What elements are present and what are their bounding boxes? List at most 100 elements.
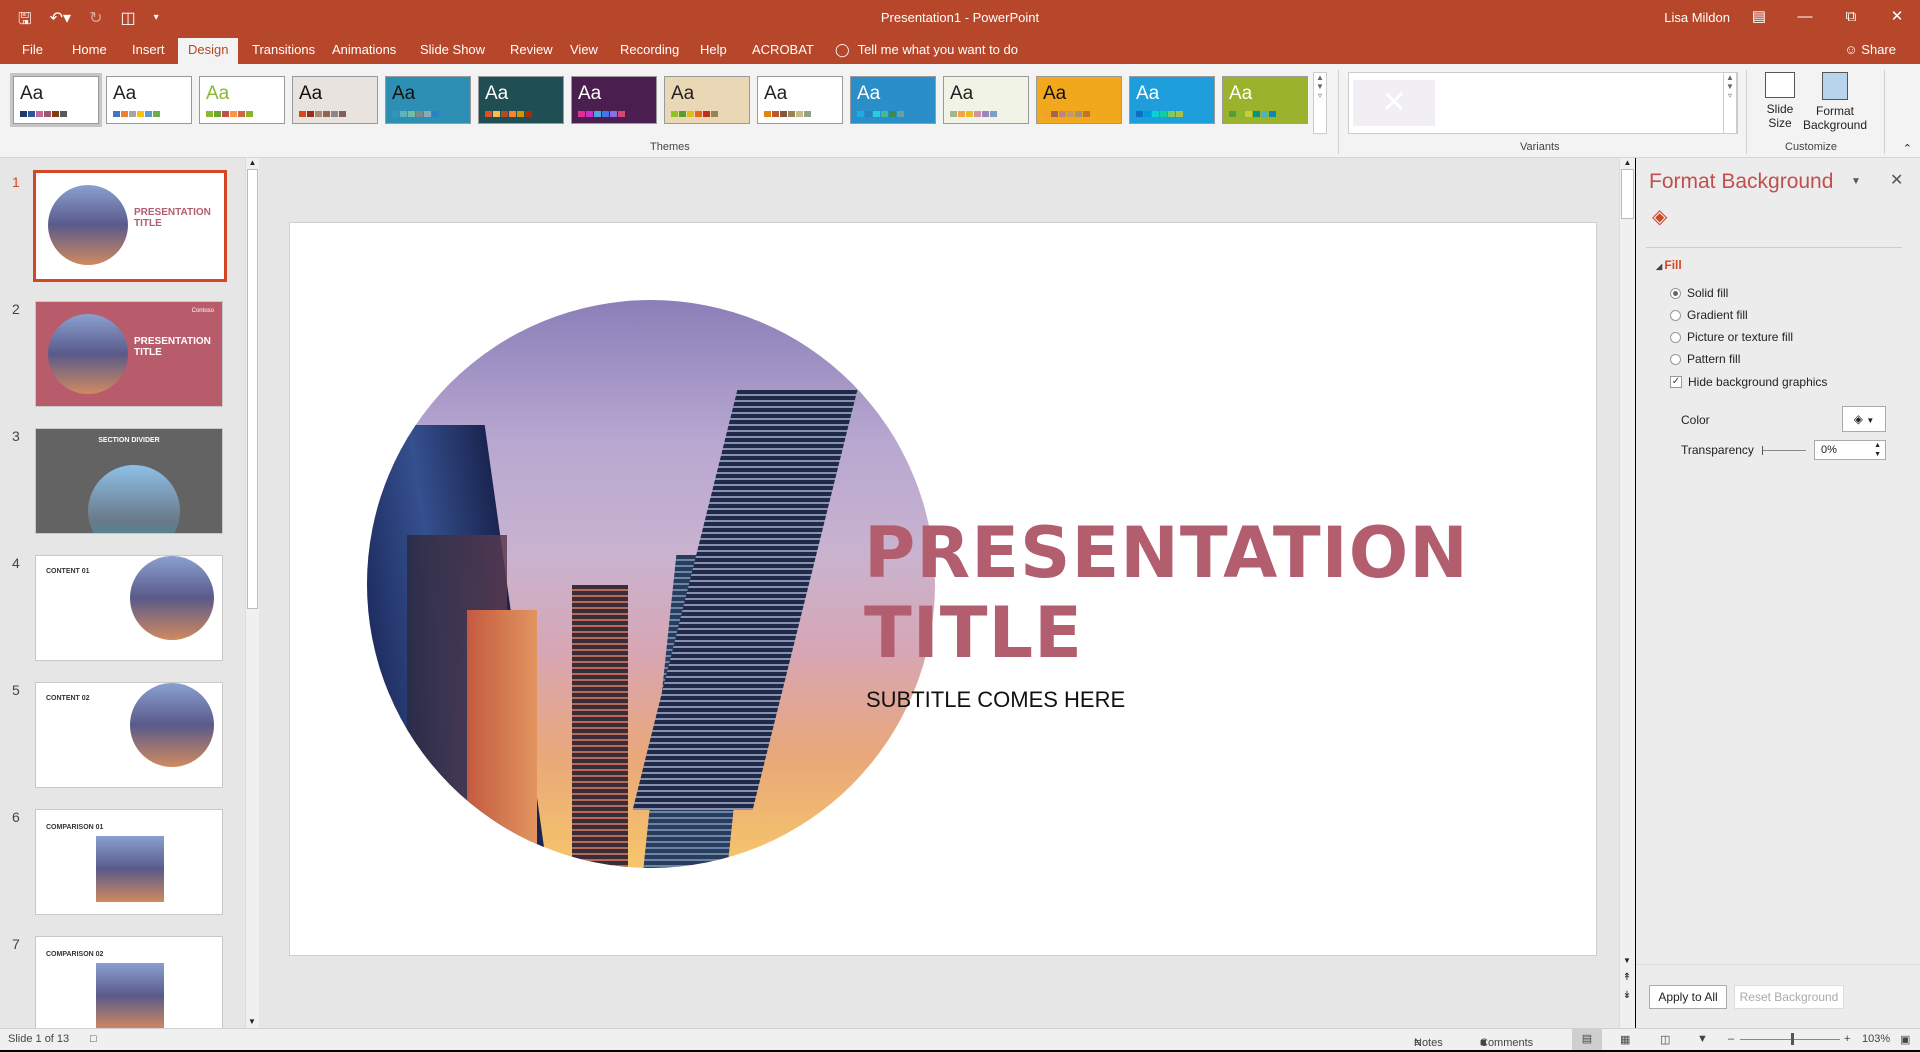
variants-gallery[interactable]: ✕ bbox=[1348, 72, 1738, 134]
slide-thumbnail-3[interactable]: SECTION DIVIDER bbox=[35, 428, 223, 534]
checkbox-checked[interactable]: ✓ bbox=[1670, 376, 1682, 388]
tab-file[interactable]: File bbox=[12, 38, 53, 64]
theme-thumbnail[interactable]: Aa bbox=[943, 76, 1029, 124]
theme-color-swatches bbox=[485, 111, 532, 117]
thumbnail-photo bbox=[96, 836, 164, 902]
variants-gallery-scroll[interactable]: ▲ ▼ ▿ bbox=[1723, 72, 1737, 134]
format-background-button[interactable]: Format Background bbox=[1800, 70, 1870, 132]
fill-section-header[interactable]: ◢ Fill bbox=[1656, 258, 1682, 272]
tab-recording[interactable]: Recording bbox=[610, 38, 689, 64]
slide-title[interactable]: PRESENTATION TITLE bbox=[864, 513, 1469, 673]
theme-thumbnail[interactable]: Aa bbox=[1129, 76, 1215, 124]
transparency-slider[interactable] bbox=[1762, 446, 1806, 455]
pane-options-icon[interactable]: ▼ bbox=[1851, 176, 1861, 187]
tab-view[interactable]: View bbox=[560, 38, 608, 64]
theme-thumbnail[interactable]: Aa bbox=[10, 73, 102, 127]
tab-animations[interactable]: Animations bbox=[322, 38, 406, 64]
fill-option-pattern-fill[interactable]: Pattern fill bbox=[1670, 352, 1740, 366]
fill-option-gradient-fill[interactable]: Gradient fill bbox=[1670, 308, 1748, 322]
tab-review[interactable]: Review bbox=[500, 38, 563, 64]
restore-icon[interactable]: ⧉ bbox=[1828, 0, 1874, 32]
slide-thumbnail-1[interactable]: PRESENTATION TITLE bbox=[33, 170, 227, 282]
zoom-slider[interactable] bbox=[1740, 1033, 1840, 1045]
radio-button[interactable] bbox=[1670, 287, 1681, 299]
slider-handle[interactable] bbox=[1762, 446, 1763, 455]
scroll-up-icon[interactable]: ▲ bbox=[1620, 158, 1635, 167]
scroll-up-icon[interactable]: ▲ bbox=[246, 158, 259, 167]
thumbnail-title: PRESENTATION TITLE bbox=[134, 207, 211, 229]
radio-button[interactable] bbox=[1670, 331, 1681, 343]
slide-thumbnail-6[interactable]: COMPARISON 01 bbox=[35, 809, 223, 915]
zoom-in-icon[interactable]: + bbox=[1844, 1033, 1850, 1045]
tab-insert[interactable]: Insert bbox=[122, 38, 175, 64]
slide-sorter-icon[interactable]: ▦ bbox=[1620, 1033, 1630, 1046]
radio-button[interactable] bbox=[1670, 353, 1681, 365]
variant-placeholder[interactable]: ✕ bbox=[1353, 80, 1435, 126]
close-icon[interactable]: ✕ bbox=[1874, 0, 1920, 32]
slide-thumbnail-5[interactable]: CONTENT 02 bbox=[35, 682, 223, 788]
current-slide[interactable]: PRESENTATION TITLE SUBTITLE COMES HERE bbox=[289, 222, 1597, 956]
fill-bucket-icon[interactable]: ◈ bbox=[1652, 204, 1667, 229]
user-name[interactable]: Lisa Mildon bbox=[1664, 10, 1730, 25]
theme-sample-text: Aa bbox=[671, 83, 695, 104]
theme-thumbnail[interactable]: Aa bbox=[664, 76, 750, 124]
previous-slide-icon[interactable]: ↟ bbox=[1620, 972, 1634, 983]
minimize-icon[interactable]: — bbox=[1782, 0, 1828, 32]
spinner-icon[interactable]: ▲ ▼ bbox=[1874, 441, 1881, 459]
zoom-slider-handle[interactable] bbox=[1790, 1033, 1794, 1045]
tab-slide-show[interactable]: Slide Show bbox=[410, 38, 495, 64]
theme-thumbnail[interactable]: Aa bbox=[106, 76, 192, 124]
apply-to-all-button[interactable]: Apply to All bbox=[1649, 985, 1727, 1009]
radio-button[interactable] bbox=[1670, 309, 1681, 321]
slide-subtitle[interactable]: SUBTITLE COMES HERE bbox=[866, 687, 1125, 713]
theme-thumbnail[interactable]: Aa bbox=[850, 76, 936, 124]
scroll-down-icon[interactable]: ▼ bbox=[1620, 956, 1634, 965]
theme-thumbnail[interactable]: Aa bbox=[571, 76, 657, 124]
themes-group-label: Themes bbox=[650, 141, 690, 153]
theme-thumbnail[interactable]: Aa bbox=[1036, 76, 1122, 124]
editor-scrollbar[interactable]: ▲ ▼ ↟ ↡ bbox=[1619, 158, 1635, 1028]
color-picker-button[interactable]: ◈ ▼ bbox=[1842, 406, 1886, 432]
slide-thumbnail-2[interactable]: PRESENTATION TITLE Contoso bbox=[35, 301, 223, 407]
tab-design[interactable]: Design bbox=[178, 38, 239, 64]
theme-thumbnail[interactable]: Aa bbox=[292, 76, 378, 124]
collapse-ribbon-icon[interactable]: ⌃ bbox=[1903, 142, 1912, 155]
scroll-thumb[interactable] bbox=[1621, 169, 1634, 219]
theme-sample-text: Aa bbox=[206, 83, 230, 104]
spell-check-icon[interactable]: □ bbox=[90, 1033, 97, 1045]
tell-me[interactable]: ◯ Tell me what you want to do bbox=[835, 42, 1018, 58]
slide-thumbnail-4[interactable]: CONTENT 01 bbox=[35, 555, 223, 661]
transparency-input[interactable]: 0% ▲ ▼ bbox=[1814, 440, 1886, 460]
theme-thumbnail[interactable]: Aa bbox=[1222, 76, 1308, 124]
ribbon-display-options-icon[interactable]: ▤ bbox=[1736, 0, 1782, 32]
reset-background-button[interactable]: Reset Background bbox=[1734, 985, 1844, 1009]
theme-thumbnail[interactable]: Aa bbox=[385, 76, 471, 124]
slide-show-icon[interactable]: ▼ bbox=[1697, 1033, 1708, 1045]
tab-transitions[interactable]: Transitions bbox=[242, 38, 325, 64]
contoso-logo: Contoso bbox=[191, 308, 214, 314]
tab-acrobat[interactable]: ACROBAT bbox=[742, 38, 824, 64]
scroll-down-icon[interactable]: ▼ bbox=[246, 1017, 258, 1026]
slide-thumbnail-7[interactable]: COMPARISON 02 bbox=[35, 936, 223, 1028]
scroll-thumb[interactable] bbox=[247, 169, 258, 609]
zoom-out-icon[interactable]: – bbox=[1728, 1033, 1734, 1045]
thumbnail-scrollbar[interactable]: ▲ ▼ bbox=[245, 158, 259, 1028]
theme-thumbnail[interactable]: Aa bbox=[199, 76, 285, 124]
fill-option-picture-or-texture-fill[interactable]: Picture or texture fill bbox=[1670, 330, 1793, 344]
tab-home[interactable]: Home bbox=[62, 38, 117, 64]
theme-thumbnail[interactable]: Aa bbox=[757, 76, 843, 124]
themes-gallery-scroll[interactable]: ▲ ▼ ▿ bbox=[1313, 72, 1327, 134]
reading-view-icon[interactable]: ◫ bbox=[1660, 1033, 1670, 1046]
theme-sample-text: Aa bbox=[392, 83, 416, 104]
share-button[interactable]: ☺ Share bbox=[1844, 42, 1896, 57]
fill-option-solid-fill[interactable]: Solid fill bbox=[1670, 286, 1728, 300]
slide-size-button[interactable]: Slide Size bbox=[1756, 70, 1804, 130]
hide-background-graphics-checkbox[interactable]: ✓ Hide background graphics bbox=[1670, 375, 1827, 389]
close-pane-icon[interactable]: ✕ bbox=[1890, 170, 1903, 190]
tab-help[interactable]: Help bbox=[690, 38, 737, 64]
fit-to-window-icon[interactable]: ▣ bbox=[1900, 1033, 1910, 1046]
normal-view-icon[interactable]: ▤ bbox=[1572, 1029, 1602, 1050]
next-slide-icon[interactable]: ↡ bbox=[1620, 990, 1634, 1001]
theme-thumbnail[interactable]: Aa bbox=[478, 76, 564, 124]
zoom-level[interactable]: 103% bbox=[1862, 1033, 1890, 1045]
